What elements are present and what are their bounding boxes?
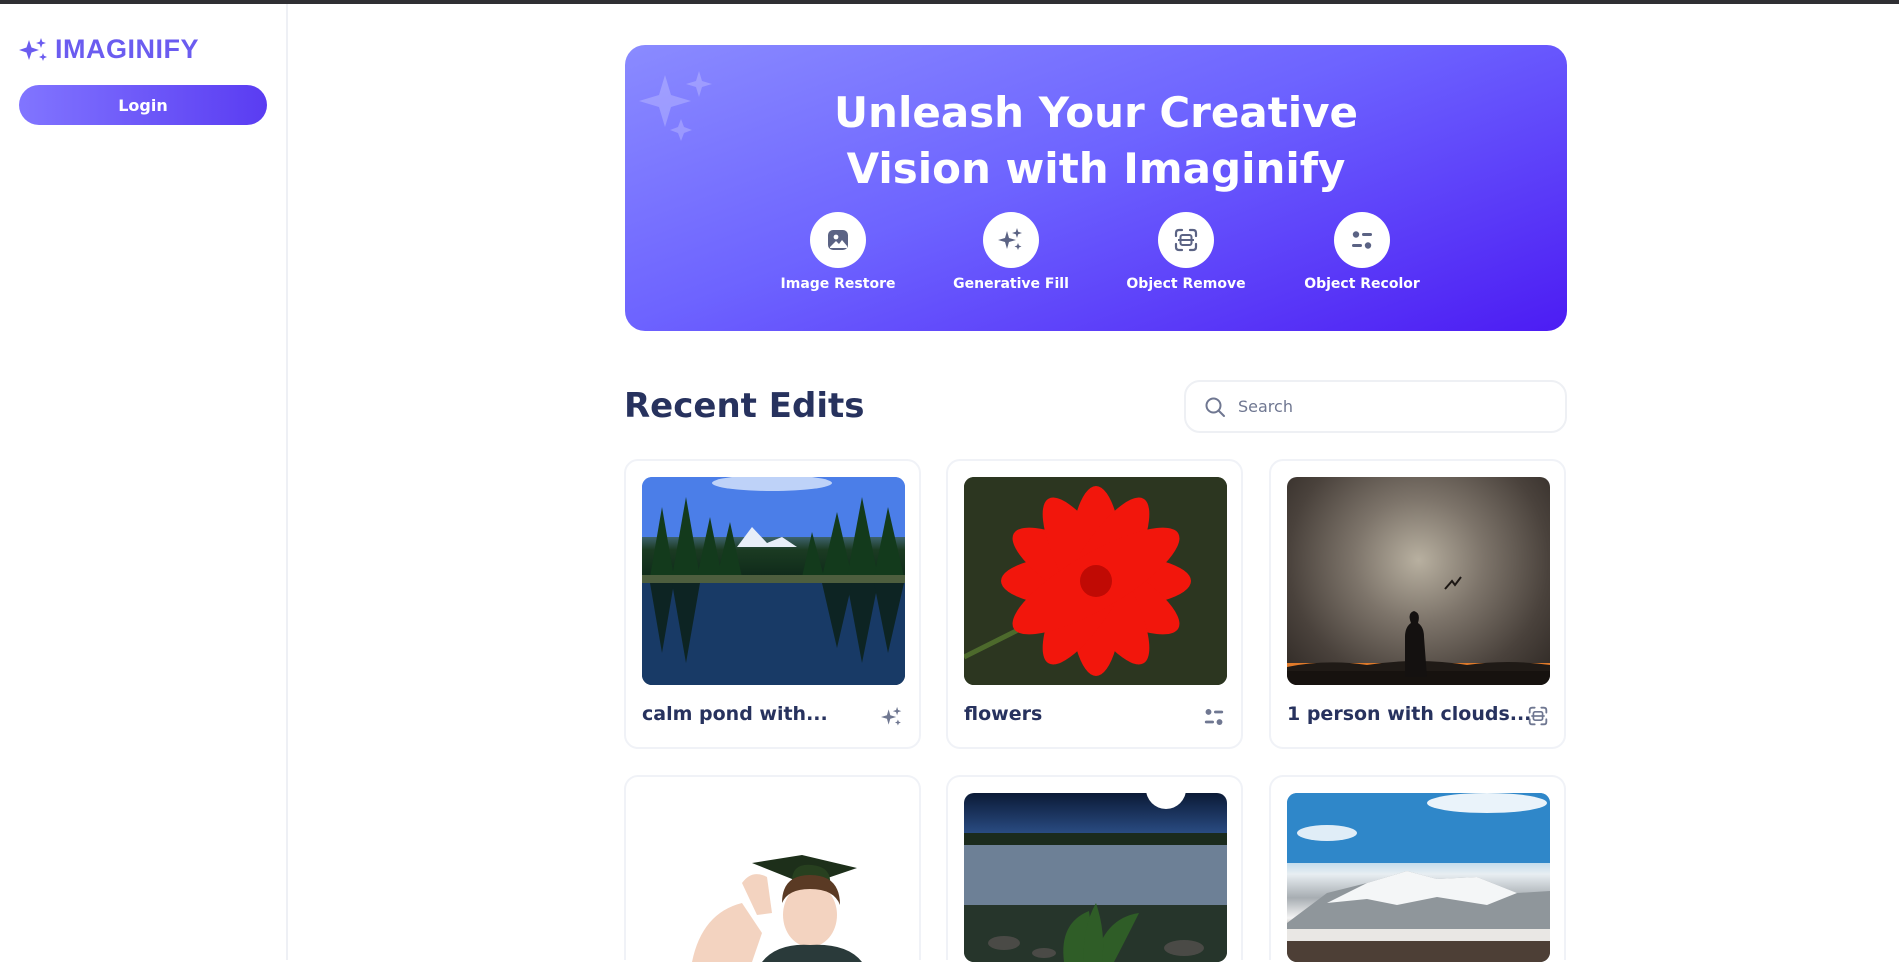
card-image-pond[interactable] [642,477,905,685]
card-title: 1 person with clouds... [1287,703,1532,725]
pond-scene [642,477,905,685]
card-image-flower[interactable] [964,477,1227,685]
recent-edits-title: Recent Edits [624,386,865,426]
scan-icon [1528,706,1548,726]
image-card[interactable] [946,775,1243,962]
logo-stars-icon [19,37,47,61]
card-title: flowers [964,703,1043,725]
scan-icon [1174,228,1198,252]
logo[interactable]: IMAGINIFY [19,34,199,65]
search-input[interactable] [1238,397,1558,416]
image-icon [828,230,848,250]
stars-icon [881,706,902,726]
tool-object-remove[interactable]: Object Remove [1121,212,1251,292]
graduate-scene [692,855,862,962]
tool-generative-fill[interactable]: Generative Fill [946,212,1076,292]
image-card[interactable]: 1 person with clouds... [1269,459,1566,749]
image-card[interactable] [1269,775,1566,962]
mountains-scene [1287,793,1550,962]
login-button[interactable]: Login [19,85,267,125]
tool-generative-fill-label: Generative Fill [953,276,1069,292]
card-title: calm pond with... [642,703,828,725]
image-card[interactable]: calm pond with... [624,459,921,749]
tool-object-remove-circle [1158,212,1214,268]
stars-icon [998,228,1022,250]
flower-scene [964,477,1227,685]
tool-object-recolor[interactable]: Object Recolor [1297,212,1427,292]
filter-icon [1352,231,1372,249]
search-icon [1205,397,1225,417]
search-box[interactable] [1184,380,1567,433]
tool-object-recolor-circle [1334,212,1390,268]
tools-row: Image Restore Generative Fill Object Rem… [625,212,1567,302]
sidebar: IMAGINIFY Login [0,4,288,960]
logo-text: IMAGINIFY [55,34,199,64]
card-image-mountains[interactable] [1287,793,1550,962]
image-card[interactable] [624,775,921,962]
river-scene [964,793,1227,962]
tool-image-restore[interactable]: Image Restore [773,212,903,292]
tool-image-restore-circle [810,212,866,268]
clouds-scene [1287,576,1550,685]
tool-object-recolor-label: Object Recolor [1304,276,1420,292]
card-image-clouds[interactable] [1287,477,1550,685]
card-image-river[interactable] [964,793,1227,962]
tool-generative-fill-circle [983,212,1039,268]
hero-banner: Unleash Your Creative Vision with Imagin… [625,45,1567,331]
filter-icon [1204,709,1224,725]
tool-image-restore-label: Image Restore [780,276,896,292]
card-image-graduate[interactable] [642,793,905,962]
hero-title-line2: Vision with Imaginify [846,144,1346,193]
hero-title-line1: Unleash Your Creative [833,88,1359,137]
hero-title: Unleash Your Creative Vision with Imagin… [625,85,1567,197]
image-card[interactable]: flowers [946,459,1243,749]
tool-object-remove-label: Object Remove [1126,276,1246,292]
